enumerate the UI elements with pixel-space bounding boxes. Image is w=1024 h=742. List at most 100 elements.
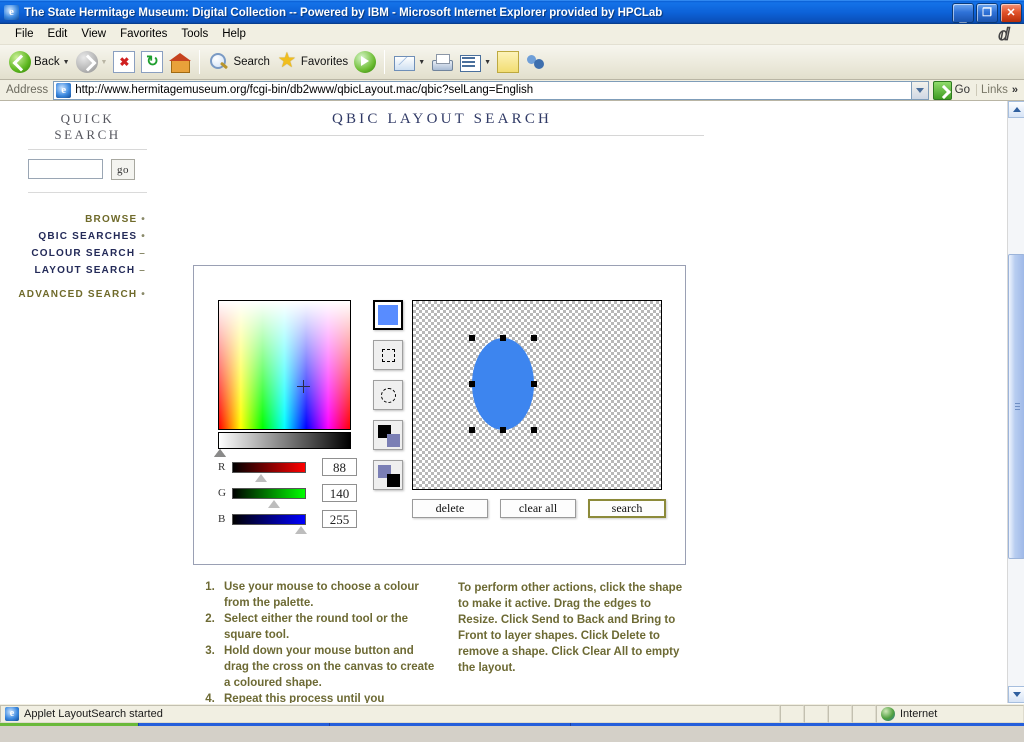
- send-to-back-button[interactable]: [373, 420, 403, 450]
- delete-button[interactable]: delete: [412, 499, 488, 518]
- resize-handle-nw[interactable]: [469, 335, 475, 341]
- search-button-applet[interactable]: search: [588, 499, 666, 518]
- resize-handle-s[interactable]: [500, 427, 506, 433]
- quick-search-go-button[interactable]: go: [111, 159, 135, 180]
- instructions-paragraph: To perform other actions, click the shap…: [458, 582, 683, 674]
- layout-canvas[interactable]: [412, 300, 662, 490]
- red-slider[interactable]: [232, 461, 306, 482]
- go-label: Go: [954, 84, 971, 96]
- minimize-button[interactable]: _: [952, 2, 974, 24]
- scroll-down-button[interactable]: [1008, 686, 1024, 703]
- refresh-button[interactable]: [138, 47, 166, 77]
- go-button[interactable]: Go: [929, 80, 976, 100]
- rgb-row-blue: B 255: [218, 508, 357, 534]
- green-slider-thumb[interactable]: [268, 499, 280, 508]
- menu-item-edit[interactable]: Edit: [41, 26, 75, 42]
- sidebar-item-colour-search[interactable]: COLOUR SEARCH –: [0, 245, 146, 262]
- menu-item-tools[interactable]: Tools: [174, 26, 215, 42]
- brightness-bar[interactable]: [218, 432, 351, 449]
- ie-logo-icon: [4, 5, 19, 20]
- chevron-up-icon: [1012, 107, 1021, 112]
- page-favicon-icon: [56, 82, 72, 98]
- bring-to-front-icon-secondary: [387, 474, 400, 487]
- back-button[interactable]: Back ▼: [6, 47, 73, 77]
- internet-globe-icon: [881, 706, 895, 721]
- bring-to-front-button[interactable]: [373, 460, 403, 490]
- sidebar-item-advanced-search-marker: •: [141, 289, 146, 300]
- blue-slider[interactable]: [232, 513, 307, 534]
- menu-item-file[interactable]: File: [8, 26, 41, 42]
- mail-button[interactable]: ▼: [390, 47, 428, 77]
- quick-search-input[interactable]: [28, 159, 103, 179]
- edit-dropdown-icon[interactable]: ▼: [484, 59, 491, 66]
- swatch-fill: [378, 305, 398, 325]
- current-colour-swatch[interactable]: [373, 300, 403, 330]
- status-page-icon: [5, 706, 19, 721]
- stop-icon: [113, 51, 136, 73]
- instructions-list: Use your mouse to choose a colour from t…: [218, 579, 436, 703]
- resize-handle-ne[interactable]: [531, 335, 537, 341]
- address-bar: Address http://www.hermitagemuseum.org/f…: [0, 80, 1024, 101]
- page-scrollbar-vertical[interactable]: [1007, 101, 1024, 703]
- close-icon: ✕: [1006, 6, 1016, 19]
- favorites-button[interactable]: Favorites: [273, 47, 351, 77]
- quick-search-title: QUICK SEARCH: [28, 101, 147, 150]
- colour-palette[interactable]: [218, 300, 351, 430]
- green-label: G: [218, 487, 226, 499]
- clear-all-button[interactable]: clear all: [500, 499, 576, 518]
- resize-handle-sw[interactable]: [469, 427, 475, 433]
- back-dropdown-icon[interactable]: ▼: [63, 59, 70, 66]
- search-label: Search: [233, 56, 270, 68]
- address-input[interactable]: http://www.hermitagemuseum.org/fcgi-bin/…: [53, 80, 912, 100]
- taskbar-item-2: [330, 723, 570, 726]
- home-button[interactable]: [166, 47, 194, 77]
- edit-button[interactable]: ▼: [456, 47, 494, 77]
- scrollbar-thumb[interactable]: [1008, 254, 1024, 559]
- sidebar-item-qbic-searches[interactable]: QBIC SEARCHES •: [0, 228, 146, 245]
- toolbar-overflow-icon[interactable]: »: [1012, 84, 1024, 96]
- round-tool-button[interactable]: [373, 380, 403, 410]
- square-tool-button[interactable]: [373, 340, 403, 370]
- green-value-field[interactable]: 140: [322, 484, 357, 502]
- favorites-star-icon: [276, 51, 298, 73]
- links-label[interactable]: Links: [976, 84, 1012, 96]
- note-icon: [497, 51, 520, 73]
- address-history-dropdown[interactable]: [911, 80, 929, 100]
- quick-search-form: go: [28, 159, 172, 180]
- resize-handle-se[interactable]: [531, 427, 537, 433]
- stop-button[interactable]: [110, 47, 138, 77]
- sidebar-item-advanced-search[interactable]: ADVANCED SEARCH •: [0, 286, 146, 303]
- close-button[interactable]: ✕: [1000, 2, 1022, 23]
- menu-item-view[interactable]: View: [74, 26, 113, 42]
- canvas-shape-ellipse[interactable]: [472, 338, 534, 430]
- resize-handle-e[interactable]: [531, 381, 537, 387]
- forward-button[interactable]: ▼: [73, 47, 111, 77]
- taskbar-divider-3: [570, 723, 571, 726]
- sidebar-item-browse[interactable]: BROWSE •: [0, 211, 146, 228]
- window-controls: _ ❐ ✕: [952, 2, 1022, 24]
- sidebar-item-browse-marker: •: [141, 214, 146, 225]
- red-value-field[interactable]: 88: [322, 458, 357, 476]
- instruction-step-2: Select either the round tool or the squa…: [218, 611, 436, 643]
- menu-item-favorites[interactable]: Favorites: [113, 26, 174, 42]
- media-button[interactable]: [351, 47, 379, 77]
- scroll-up-button[interactable]: [1008, 101, 1024, 118]
- blue-slider-thumb[interactable]: [295, 525, 307, 534]
- red-slider-thumb[interactable]: [255, 473, 267, 482]
- print-icon: [431, 51, 454, 73]
- blue-value-field[interactable]: 255: [322, 510, 357, 528]
- window-title-bar[interactable]: The State Hermitage Museum: Digital Coll…: [0, 0, 1024, 24]
- print-button[interactable]: [428, 47, 456, 77]
- notes-button[interactable]: [494, 47, 522, 77]
- messenger-button[interactable]: [522, 47, 550, 77]
- sidebar-item-layout-search[interactable]: LAYOUT SEARCH –: [0, 262, 146, 279]
- restore-button[interactable]: ❐: [976, 2, 998, 23]
- green-slider[interactable]: [232, 487, 306, 508]
- mail-dropdown-icon[interactable]: ▼: [418, 59, 425, 66]
- menu-item-help[interactable]: Help: [215, 26, 253, 42]
- sidebar-item-advanced-search-label: ADVANCED SEARCH: [18, 289, 138, 300]
- resize-handle-w[interactable]: [469, 381, 475, 387]
- resize-handle-n[interactable]: [500, 335, 506, 341]
- sidebar-item-colour-search-marker: –: [139, 248, 146, 259]
- search-button[interactable]: Search: [205, 47, 272, 77]
